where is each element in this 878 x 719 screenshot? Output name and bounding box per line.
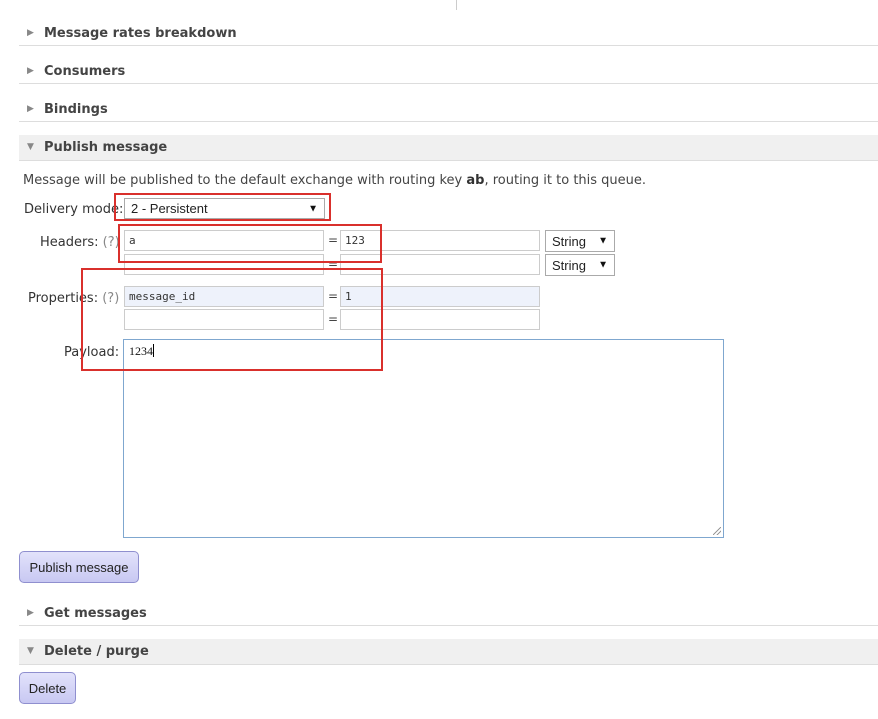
section-delete-purge-title: Delete / purge: [44, 644, 149, 659]
section-get-messages-header[interactable]: ▶ Get messages: [19, 602, 878, 626]
section-consumers-title: Consumers: [44, 64, 126, 79]
payload-textarea[interactable]: 1234: [123, 339, 724, 538]
triangle-right-icon: ▶: [27, 104, 34, 114]
property-equals: =: [328, 312, 339, 326]
triangle-down-icon: ▼: [27, 646, 34, 656]
triangle-right-icon: ▶: [27, 66, 34, 76]
section-bindings-header[interactable]: ▶ Bindings: [19, 98, 878, 122]
header-value-input[interactable]: [340, 254, 540, 275]
property-value-input[interactable]: 1: [340, 286, 540, 307]
intro-text-end: , routing it to this queue.: [484, 173, 647, 188]
properties-label-text: Properties:: [28, 291, 99, 306]
headers-help-link[interactable]: (?): [103, 235, 120, 250]
text-caret: [153, 344, 154, 357]
section-consumers-header[interactable]: ▶ Consumers: [19, 60, 878, 84]
header-equals: =: [328, 257, 339, 271]
section-message-rates-title: Message rates breakdown: [44, 26, 237, 41]
section-get-messages-title: Get messages: [44, 606, 147, 621]
delete-button[interactable]: Delete: [19, 672, 76, 704]
delivery-mode-select[interactable]: 2 - Persistent ▼: [124, 198, 325, 219]
property-equals: =: [328, 289, 339, 303]
properties-help-link[interactable]: (?): [102, 291, 119, 306]
headers-label-text: Headers:: [40, 235, 99, 250]
section-bindings-title: Bindings: [44, 102, 108, 117]
header-value-input[interactable]: 123: [340, 230, 540, 251]
payload-label: Payload:: [64, 345, 120, 360]
property-key-input[interactable]: message_id: [124, 286, 324, 307]
publish-message-button[interactable]: Publish message: [19, 551, 139, 583]
delivery-mode-label: Delivery mode:: [24, 202, 124, 217]
header-type-select[interactable]: String ▼: [545, 230, 615, 252]
top-divider: [456, 0, 457, 10]
publish-intro-text: Message will be published to the default…: [23, 173, 646, 188]
dropdown-arrow-icon: ▼: [598, 235, 608, 247]
header-type-value: String: [552, 257, 586, 273]
header-key-input[interactable]: [124, 254, 324, 275]
dropdown-arrow-icon: ▼: [308, 202, 318, 214]
section-publish-title: Publish message: [44, 140, 168, 155]
property-key-input[interactable]: [124, 309, 324, 330]
routing-key: ab: [466, 173, 485, 188]
triangle-right-icon: ▶: [27, 28, 34, 38]
triangle-down-icon: ▼: [27, 142, 34, 152]
resize-grip-icon[interactable]: [713, 527, 721, 535]
queue-page: ▶ Message rates breakdown ▶ Consumers ▶ …: [0, 0, 878, 719]
triangle-right-icon: ▶: [27, 608, 34, 618]
header-equals: =: [328, 233, 339, 247]
properties-label: Properties: (?): [28, 291, 119, 306]
dropdown-arrow-icon: ▼: [598, 259, 608, 271]
header-key-input[interactable]: a: [124, 230, 324, 251]
section-message-rates-header[interactable]: ▶ Message rates breakdown: [19, 22, 878, 46]
section-delete-purge-header[interactable]: ▼ Delete / purge: [19, 639, 878, 665]
header-type-select[interactable]: String ▼: [545, 254, 615, 276]
headers-label: Headers: (?): [40, 235, 120, 250]
property-value-input[interactable]: [340, 309, 540, 330]
intro-text-start: Message will be published to the default…: [23, 173, 467, 188]
payload-value: 1234: [129, 344, 153, 358]
delivery-mode-value: 2 - Persistent: [131, 201, 208, 216]
section-publish-header[interactable]: ▼ Publish message: [19, 135, 878, 161]
header-type-value: String: [552, 233, 586, 249]
